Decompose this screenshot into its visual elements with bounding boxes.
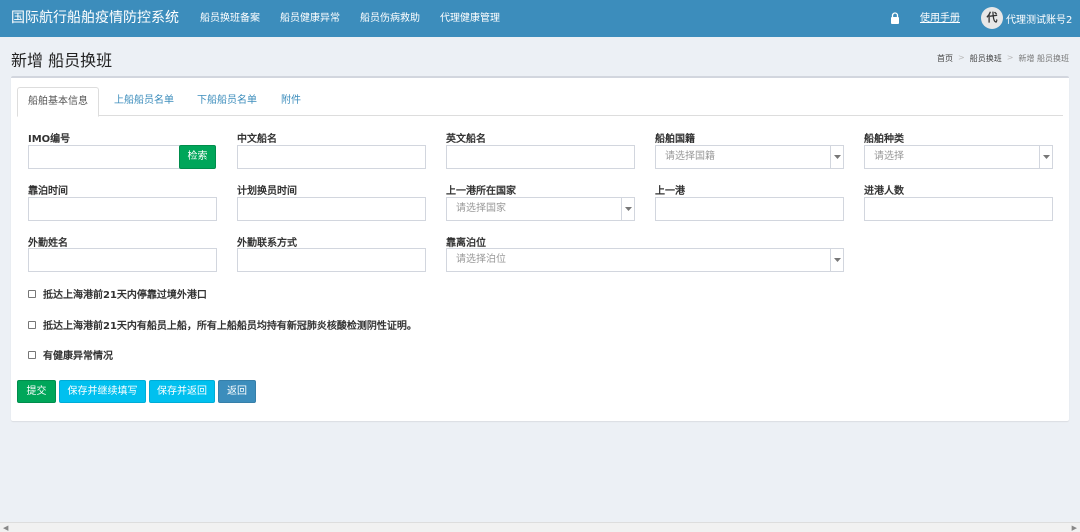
save-and-continue-button[interactable]: 保存并继续填写 [59,380,146,403]
last-port-country-placeholder: 请选择国家 [456,203,506,214]
chevron-down-icon [1039,146,1052,168]
tab-disembarking-crew-list[interactable]: 下船船员名单 [189,87,265,116]
last-port-country-label: 上一港所在国家 [446,186,516,197]
nav-crew-health-abnormal[interactable]: 船员健康异常 [270,0,350,37]
entry-count-input[interactable] [864,197,1053,221]
save-and-return-button[interactable]: 保存并返回 [149,380,215,403]
berth-time-label: 靠泊时间 [28,186,68,197]
boarding-crew-test-checkbox[interactable]: 抵达上海港前21天内有船员上船，所有上船船员均持有新冠肺炎核酸检测阴性证明。 [28,317,417,332]
breadcrumb-current: 新增 船员换班 [1018,54,1069,63]
planned-change-time-label: 计划换员时间 [237,186,297,197]
last-port-country-select[interactable]: 请选择国家 [446,197,635,221]
chinese-ship-name-input[interactable] [237,145,426,169]
form-panel: 船舶基本信息 上船船员名单 下船船员名单 附件 IMO编号 检索 中文船名 英文… [11,76,1069,421]
user-manual-link[interactable]: 使用手册 [920,0,960,37]
foreign-port-checkbox-label: 抵达上海港前21天内停靠过境外港口 [43,290,207,301]
scroll-right-icon[interactable]: ▶ [1072,524,1077,532]
berth-label: 靠离泊位 [446,238,486,249]
berth-placeholder: 请选择泊位 [456,254,506,265]
nav-crew-change-filing[interactable]: 船员换班备案 [190,0,270,37]
page-title: 新增 船员换班 [11,51,113,70]
boarding-crew-test-checkbox-label: 抵达上海港前21天内有船员上船，所有上船船员均持有新冠肺炎核酸检测阴性证明。 [43,321,417,332]
chevron-down-icon [830,249,843,271]
agent-name-label: 外勤姓名 [28,238,68,249]
top-navbar: 国际航行船舶疫情防控系统 船员换班备案 船员健康异常 船员伤病救助 代理健康管理… [0,0,1080,37]
breadcrumb-home[interactable]: 首页 [937,53,953,64]
entry-count-label: 进港人数 [864,186,904,197]
breadcrumb: 首页 > 船员换班 > 新增 船员换班 [937,53,1069,64]
ship-nationality-label: 船舶国籍 [655,134,695,145]
scroll-left-icon[interactable]: ◀ [3,524,8,532]
agent-name-input[interactable] [28,248,217,272]
ship-nationality-placeholder: 请选择国籍 [665,151,715,162]
chevron-down-icon [830,146,843,168]
nav-agent-health-management[interactable]: 代理健康管理 [430,0,510,37]
horizontal-scrollbar[interactable]: ◀ ▶ [0,522,1080,532]
nav-crew-injury-rescue[interactable]: 船员伤病救助 [350,0,430,37]
tab-boarding-crew-list[interactable]: 上船船员名单 [106,87,182,116]
berth-time-input[interactable] [28,197,217,221]
checkbox-box[interactable] [28,350,36,359]
agent-contact-label: 外勤联系方式 [237,238,297,249]
imo-input[interactable] [28,145,180,169]
main-nav: 船员换班备案 船员健康异常 船员伤病救助 代理健康管理 [190,0,510,37]
avatar: 代 [981,7,1003,29]
breadcrumb-crew-change[interactable]: 船员换班 [970,53,1002,64]
foreign-port-checkbox[interactable]: 抵达上海港前21天内停靠过境外港口 [28,286,207,301]
checkbox-box[interactable] [28,289,36,298]
tab-attachments[interactable]: 附件 [275,87,307,116]
tab-ship-basic-info[interactable]: 船舶基本信息 [17,87,99,117]
app-title[interactable]: 国际航行船舶疫情防控系统 [11,0,179,37]
tab-bar: 船舶基本信息 上船船员名单 下船船员名单 附件 [17,87,1063,117]
imo-label: IMO编号 [28,134,71,145]
health-abnormal-checkbox[interactable]: 有健康异常情况 [28,347,113,362]
breadcrumb-separator: > [958,53,965,62]
english-ship-name-label: 英文船名 [446,134,486,145]
chinese-ship-name-label: 中文船名 [237,134,277,145]
user-name: 代理测试账号2 [1006,14,1073,26]
ship-type-label: 船舶种类 [864,134,904,145]
user-menu[interactable]: 代 代理测试账号2 [981,7,1072,29]
health-abnormal-checkbox-label: 有健康异常情况 [43,351,113,362]
checkbox-box[interactable] [28,320,36,329]
ship-type-select[interactable]: 请选择 [864,145,1053,169]
ship-nationality-select[interactable]: 请选择国籍 [655,145,844,169]
lock-icon [891,12,899,24]
chevron-down-icon [621,198,634,220]
english-ship-name-input[interactable] [446,145,635,169]
agent-contact-input[interactable] [237,248,426,272]
planned-change-time-input[interactable] [237,197,426,221]
ship-type-placeholder: 请选择 [874,151,904,162]
last-port-label: 上一港 [655,186,685,197]
submit-button[interactable]: 提交 [17,380,56,403]
berth-select[interactable]: 请选择泊位 [446,248,844,272]
back-button[interactable]: 返回 [218,380,256,403]
last-port-input[interactable] [655,197,844,221]
breadcrumb-separator: > [1006,53,1014,62]
search-button[interactable]: 检索 [179,145,216,169]
